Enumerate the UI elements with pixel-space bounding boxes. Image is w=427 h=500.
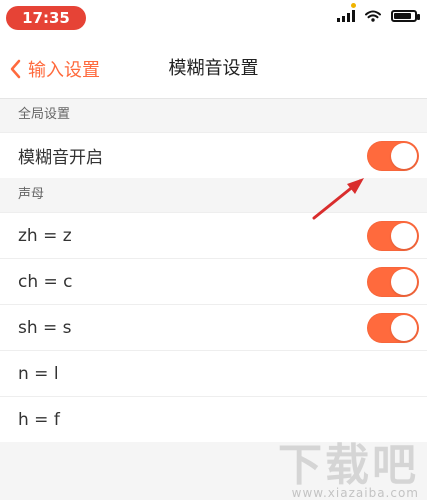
setting-row-zh-z: zh = z bbox=[0, 212, 427, 258]
ch-c-toggle[interactable] bbox=[367, 267, 419, 297]
section-title-initials: 声母 bbox=[18, 187, 45, 202]
setting-row-fuzzy-enable: 模糊音开启 bbox=[0, 132, 427, 178]
setting-label-h-f: h = f bbox=[18, 409, 60, 430]
status-icons bbox=[337, 10, 420, 22]
page-title: 模糊音设置 bbox=[168, 58, 259, 79]
setting-row-ch-c: ch = c bbox=[0, 258, 427, 304]
status-time: 17:35 bbox=[6, 6, 86, 30]
setting-label-ch-c: ch = c bbox=[18, 271, 73, 292]
setting-row-n-l: n = l bbox=[0, 350, 427, 396]
settings-content: 全局设置 模糊音开启 声母 zh = z ch = c sh = s n = l… bbox=[0, 98, 427, 500]
screen: 17:35 输入设置 模糊音设置 全局设置 模糊音开启 声母 zh = z ch… bbox=[0, 0, 427, 500]
status-indicator-dot bbox=[351, 3, 356, 8]
setting-row-sh-s: sh = s bbox=[0, 304, 427, 350]
battery-icon bbox=[391, 10, 420, 22]
setting-label-zh-z: zh = z bbox=[18, 225, 72, 246]
nav-bar: 输入设置 模糊音设置 bbox=[0, 40, 427, 99]
section-title-global: 全局设置 bbox=[18, 107, 71, 122]
status-bar: 17:35 bbox=[0, 0, 427, 40]
sh-s-toggle[interactable] bbox=[367, 313, 419, 343]
cellular-signal-icon bbox=[337, 10, 355, 22]
wifi-icon bbox=[365, 10, 381, 22]
setting-row-h-f: h = f bbox=[0, 396, 427, 442]
fuzzy-enable-toggle[interactable] bbox=[367, 141, 419, 171]
setting-label-fuzzy-enable: 模糊音开启 bbox=[18, 148, 103, 168]
setting-label-sh-s: sh = s bbox=[18, 317, 72, 338]
zh-z-toggle[interactable] bbox=[367, 221, 419, 251]
setting-label-n-l: n = l bbox=[18, 363, 59, 384]
